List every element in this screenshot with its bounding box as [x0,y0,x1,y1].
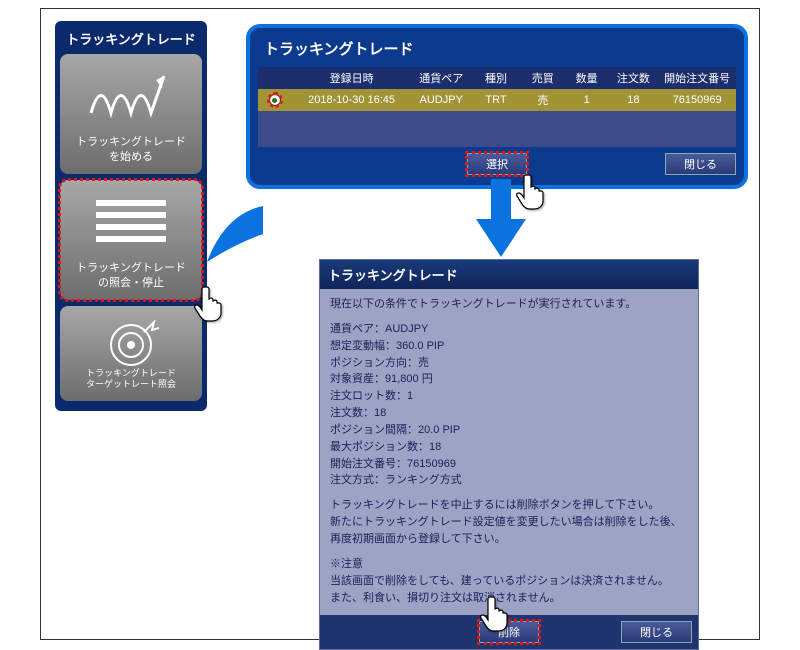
table-row[interactable]: 2018-10-30 16:45 AUDJPY TRT 売 1 18 76150… [258,89,736,111]
table-empty-area [258,111,736,147]
close-button[interactable]: 閉じる [621,621,692,643]
row-radio[interactable] [269,94,281,106]
detail-line: 開始注文番号：76150969 [330,457,688,472]
detail-line: 想定変動幅：360.0 PIP [330,339,688,354]
warn-title: ※注意 [330,557,688,572]
cell-kind: TRT [471,94,521,106]
note-text: 再度初期画面から登録して下さい。 [330,532,688,547]
detail-line: 対象資産：91,800 円 [330,372,688,387]
detail-line: 注文ロット数：1 [330,389,688,404]
card-label: トラッキングトレード ターゲットレート照会 [86,368,176,391]
col-kind: 種別 [471,70,521,86]
detail-line: 通貨ペア：AUDJPY [330,322,688,337]
intro-text: 現在以下の条件でトラッキングトレードが実行されています。 [330,297,688,312]
target-icon [104,320,159,370]
cell-date: 2018-10-30 16:45 [292,94,412,106]
hand-cursor-icon [515,172,549,212]
list-lines-icon [86,194,176,249]
table-header: 登録日時 通貨ペア 種別 売買 数量 注文数 開始注文番号 [258,67,736,89]
hand-cursor-icon [193,284,227,324]
col-date: 登録日時 [292,70,412,86]
col-bs: 売買 [521,70,565,86]
tracking-trade-list-dialog: トラッキングトレード 登録日時 通貨ペア 種別 売買 数量 注文数 開始注文番号… [246,24,748,189]
callout-tail [205,204,265,264]
cell-bs: 売 [521,92,565,108]
sidebar: トラッキングトレード トラッキングトレード を始める トラッキングトレード の照… [55,21,207,411]
cell-qty: 1 [565,94,609,106]
card-label: トラッキングトレード の照会・停止 [76,261,186,290]
sidebar-card-target[interactable]: トラッキングトレード ターゲットレート照会 [60,306,202,401]
cell-pair: AUDJPY [411,94,471,106]
hand-cursor-icon [479,594,513,634]
col-orders: 注文数 [609,70,659,86]
detail-line: 最大ポジション数：18 [330,440,688,455]
cell-startno: 76150969 [658,94,736,106]
detail-line: 注文数：18 [330,406,688,421]
detail-line: ポジション方向：売 [330,356,688,371]
sidebar-card-start[interactable]: トラッキングトレード を始める [60,54,202,174]
card-label: トラッキングトレード を始める [76,135,186,164]
note-text: 新たにトラッキングトレード設定値を変更したい場合は削除をした後、 [330,515,688,530]
col-qty: 数量 [565,70,609,86]
detail-line: ポジション間隔：20.0 PIP [330,423,688,438]
sidebar-title: トラッキングトレード [59,25,203,54]
col-pair: 通貨ペア [411,70,471,86]
col-startno: 開始注文番号 [658,70,736,86]
note-text: トラッキングトレードを中止するには削除ボタンを押して下さい。 [330,498,688,513]
cell-orders: 18 [609,94,659,106]
warn-text: 当該画面で削除をしても、建っているポジションは決済されません。 [330,574,688,589]
dialog-body: 現在以下の条件でトラッキングトレードが実行されています。 通貨ペア：AUDJPY… [320,289,698,615]
tracking-trade-detail-dialog: トラッキングトレード 現在以下の条件でトラッキングトレードが実行されています。 … [319,259,699,650]
wave-up-icon [86,68,176,123]
sidebar-card-inquiry[interactable]: トラッキングトレード の照会・停止 [60,180,202,300]
close-button[interactable]: 閉じる [665,153,736,175]
detail-line: 注文方式：ランキング方式 [330,473,688,488]
dialog-title: トラッキングトレード [258,34,736,67]
dialog-title: トラッキングトレード [320,260,698,289]
